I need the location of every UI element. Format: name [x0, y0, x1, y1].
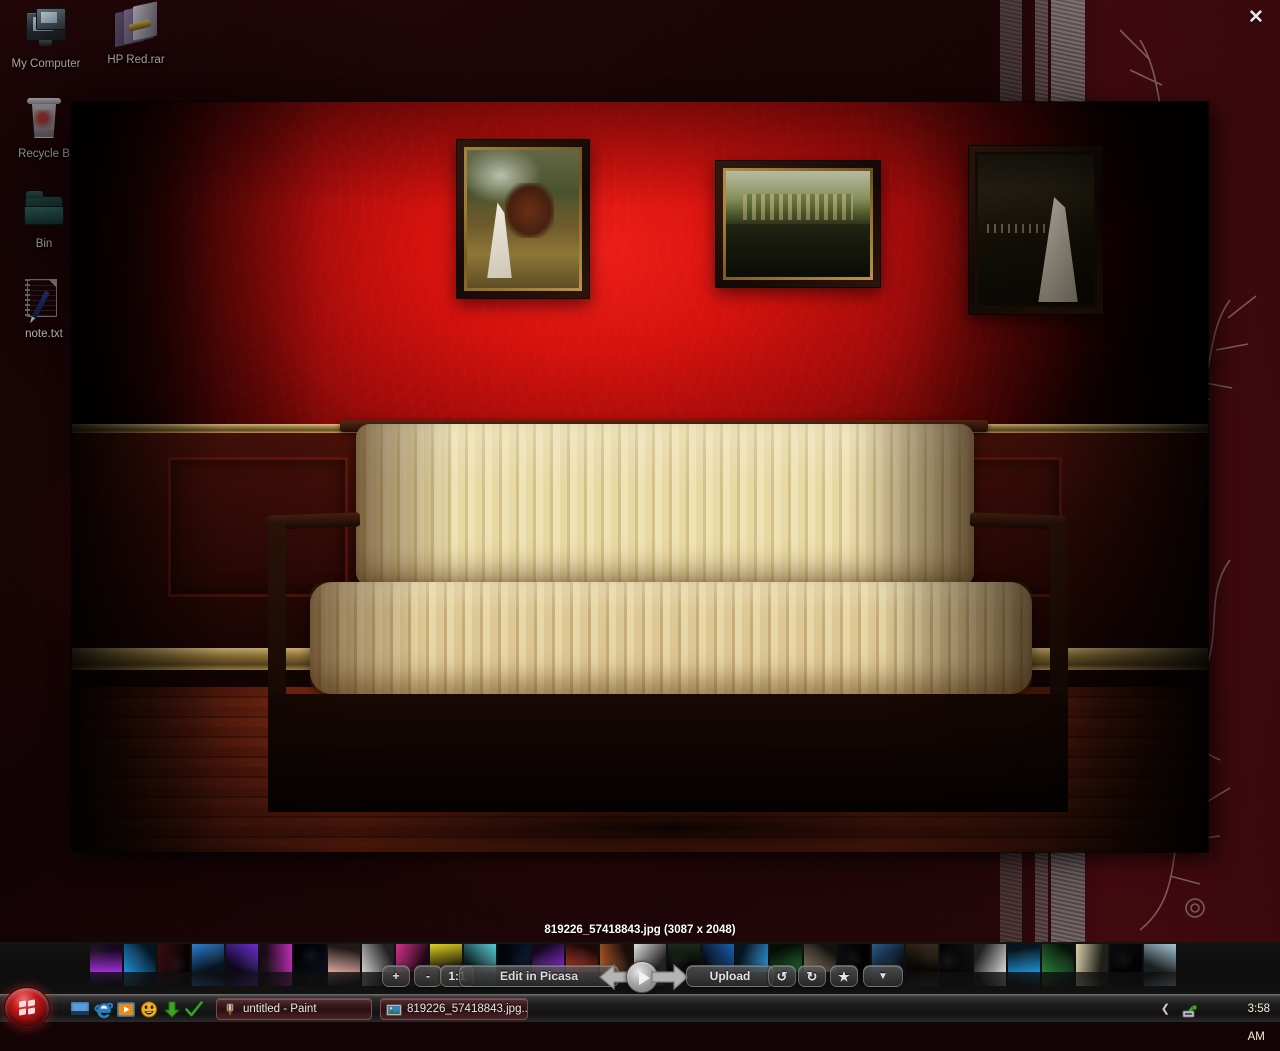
- filmstrip-thumbnail[interactable]: [260, 944, 292, 986]
- sofa-back-cushion: [356, 424, 974, 586]
- filmstrip-thumbnail[interactable]: [192, 944, 224, 986]
- rotate-counterclockwise-icon[interactable]: ↺: [768, 965, 796, 987]
- filmstrip-thumbnail-reflection: [1144, 972, 1176, 986]
- filmstrip-thumbnail-reflection: [124, 972, 156, 986]
- filmstrip-thumbnail-reflection: [192, 972, 224, 986]
- filmstrip-thumbnail-image: [192, 944, 224, 972]
- filmstrip-thumbnail[interactable]: [940, 944, 972, 986]
- filmstrip-thumbnail-image: [1076, 944, 1108, 972]
- filmstrip-thumbnail-reflection: [90, 972, 122, 986]
- taskbar-window-title: untitled - Paint: [243, 1003, 317, 1015]
- taskbar-window-title: 819226_57418843.jpg...: [407, 1003, 528, 1015]
- filmstrip-thumbnail[interactable]: [294, 944, 326, 986]
- filmstrip-thumbnail-image: [1110, 944, 1142, 972]
- filmstrip-thumbnail-image: [328, 944, 360, 972]
- filmstrip-thumbnail-reflection: [1110, 972, 1142, 986]
- star-icon[interactable]: ★: [830, 965, 858, 987]
- show-desktop-icon[interactable]: [70, 1000, 90, 1019]
- filmstrip-thumbnail-reflection: [294, 972, 326, 986]
- photo-viewer: ✕ 819226_57418843.jpg (3087 x 2048) + - …: [0, 0, 1280, 1022]
- filmstrip-thumbnail-image: [124, 944, 156, 972]
- taskbar: untitled - Paint 819226_57418843.jpg... …: [0, 987, 1280, 1043]
- filmstrip-thumbnail[interactable]: [906, 944, 938, 986]
- edit-in-picasa-button[interactable]: Edit in Picasa: [459, 965, 619, 987]
- upload-button[interactable]: Upload: [686, 965, 774, 987]
- filmstrip-thumbnail-reflection: [940, 972, 972, 986]
- start-button[interactable]: [4, 987, 50, 1029]
- filmstrip-thumbnail[interactable]: [1110, 944, 1142, 986]
- filmstrip-thumbnail-reflection: [226, 972, 258, 986]
- filmstrip-thumbnail-reflection: [1042, 972, 1074, 986]
- filmstrip-thumbnail-reflection: [1008, 972, 1040, 986]
- filmstrip-thumbnail-reflection: [974, 972, 1006, 986]
- filmstrip-thumbnail[interactable]: [158, 944, 190, 986]
- windows-logo-icon: [19, 999, 37, 1017]
- internet-explorer-icon[interactable]: [94, 1000, 114, 1019]
- filmstrip-thumbnail[interactable]: [124, 944, 156, 986]
- filmstrip-thumbnail-reflection: [328, 972, 360, 986]
- filmstrip-thumbnail-image: [1008, 944, 1040, 972]
- filmstrip-thumbnail[interactable]: [1008, 944, 1040, 986]
- filmstrip-thumbnail-reflection: [906, 972, 938, 986]
- paint-icon: [222, 1002, 238, 1018]
- sofa-seat-cushion: [310, 582, 1032, 694]
- zoom-in-button[interactable]: +: [382, 965, 410, 987]
- filmstrip-thumbnail-reflection: [1076, 972, 1108, 986]
- chevron-down-icon[interactable]: ▼: [863, 965, 903, 987]
- taskbar-clock[interactable]: 3:58 AM: [1248, 995, 1270, 1051]
- network-icon[interactable]: [1181, 1002, 1198, 1018]
- next-photo-button[interactable]: [648, 962, 689, 991]
- filmstrip-thumbnail-reflection: [158, 972, 190, 986]
- media-player-icon[interactable]: [116, 1000, 136, 1019]
- zoom-out-button[interactable]: -: [414, 965, 442, 987]
- photo-icon: [386, 1002, 402, 1018]
- filmstrip-thumbnail-reflection: [260, 972, 292, 986]
- filmstrip-thumbnail[interactable]: [974, 944, 1006, 986]
- messenger-icon[interactable]: [139, 1000, 159, 1019]
- framed-photo-right: [968, 145, 1104, 315]
- taskbar-window-paint[interactable]: untitled - Paint: [216, 998, 372, 1020]
- rotate-clockwise-icon[interactable]: ↻: [798, 965, 826, 987]
- filmstrip-thumbnail-image: [1042, 944, 1074, 972]
- framed-photo-left: [456, 139, 590, 299]
- filmstrip-thumbnail-image: [90, 944, 122, 972]
- download-arrow-icon[interactable]: [162, 1000, 182, 1019]
- filmstrip-thumbnail-image: [940, 944, 972, 972]
- filmstrip-thumbnail[interactable]: [1076, 944, 1108, 986]
- filmstrip-thumbnail-image: [294, 944, 326, 972]
- checkmark-icon[interactable]: [184, 1000, 204, 1019]
- photo-caption: 819226_57418843.jpg (3087 x 2048): [544, 924, 736, 936]
- photo-canvas[interactable]: [72, 102, 1208, 852]
- filmstrip-thumbnail[interactable]: [328, 944, 360, 986]
- filmstrip-thumbnail-image: [158, 944, 190, 972]
- filmstrip-thumbnail-image: [260, 944, 292, 972]
- filmstrip-thumbnail[interactable]: [226, 944, 258, 986]
- filmstrip-thumbnail-image: [974, 944, 1006, 972]
- filmstrip-thumbnail[interactable]: [1144, 944, 1176, 986]
- filmstrip-thumbnail[interactable]: [1042, 944, 1074, 986]
- filmstrip-thumbnail-image: [1144, 944, 1176, 972]
- taskbar-window-photo[interactable]: 819226_57418843.jpg...: [380, 998, 528, 1020]
- filmstrip-thumbnail-image: [906, 944, 938, 972]
- filmstrip-thumbnail-image: [226, 944, 258, 972]
- show-hidden-icons-icon[interactable]: ❮: [1161, 995, 1170, 1023]
- sofa-floor-shadow: [222, 792, 1122, 852]
- framed-photo-center: [715, 160, 881, 288]
- filmstrip-thumbnail[interactable]: [90, 944, 122, 986]
- close-icon[interactable]: ✕: [1242, 5, 1270, 31]
